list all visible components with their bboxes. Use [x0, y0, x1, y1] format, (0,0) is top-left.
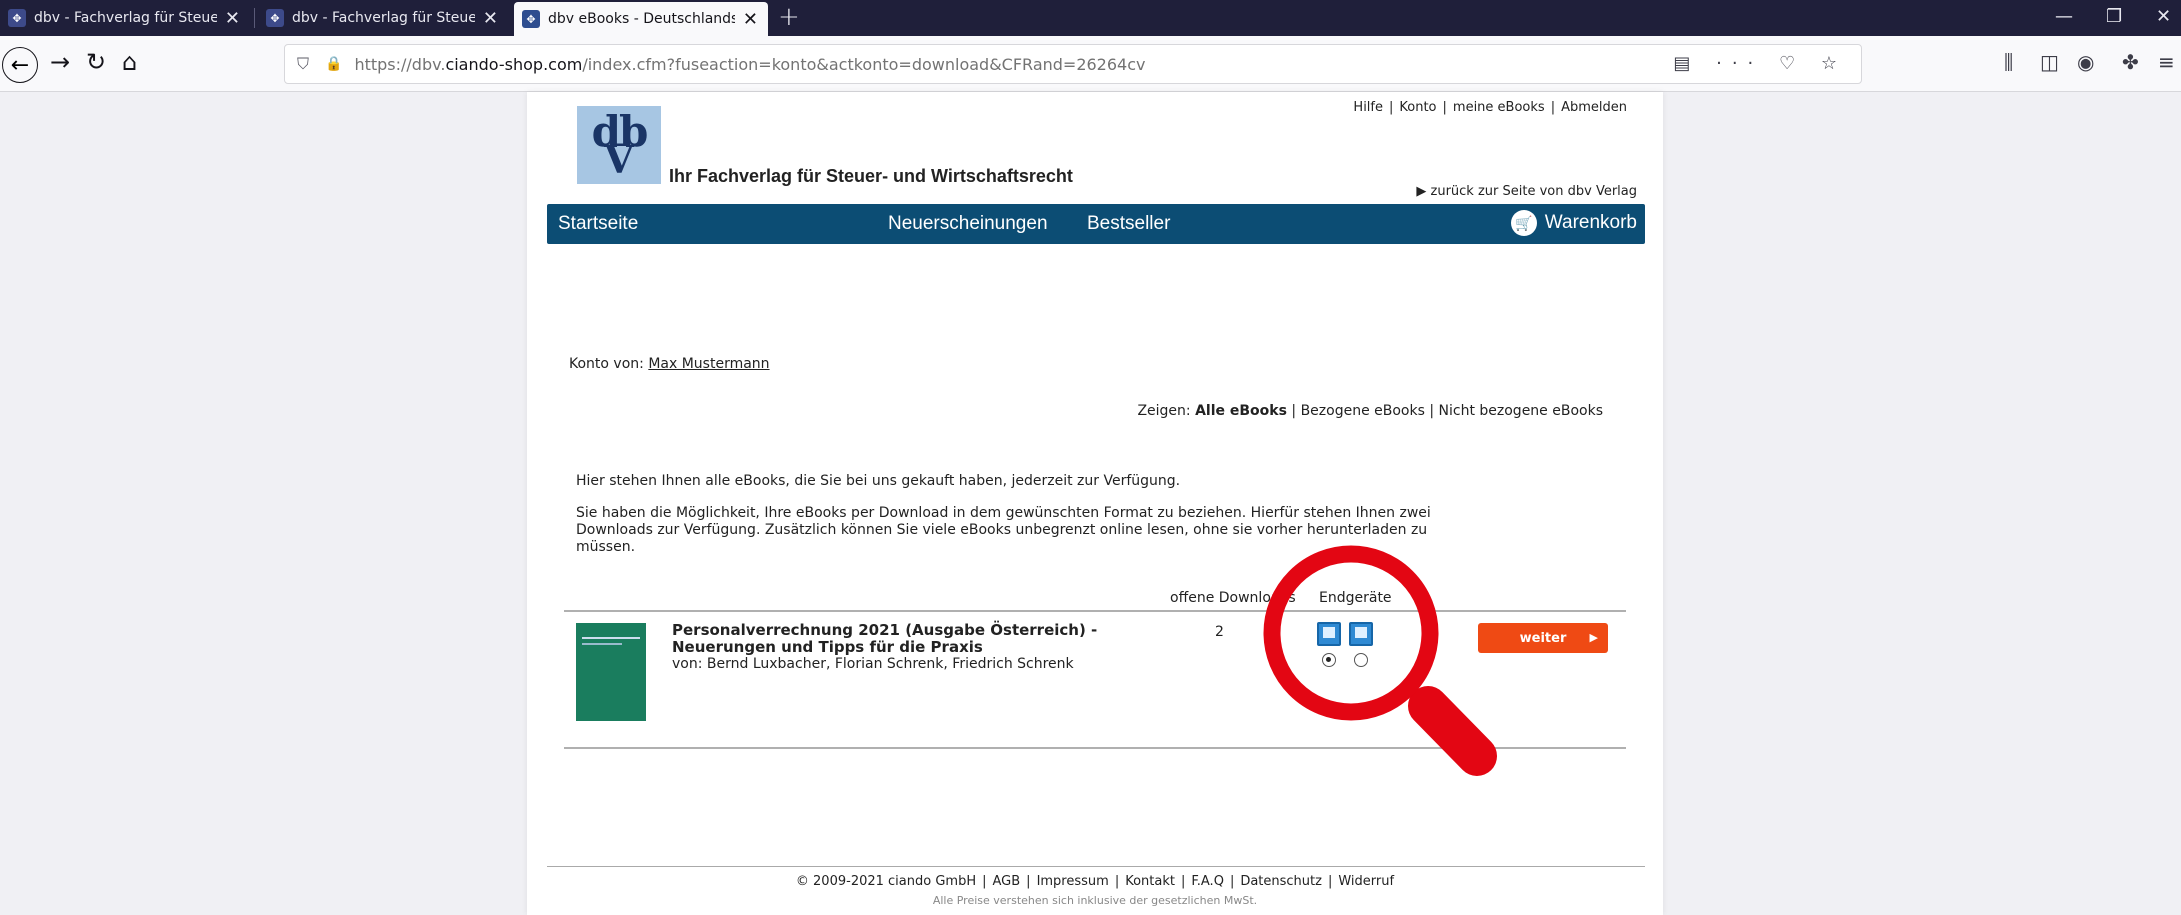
- device-radio-computer[interactable]: [1322, 653, 1336, 667]
- book-authors: von: Bernd Luxbacher, Florian Schrenk, F…: [672, 656, 1074, 672]
- dbv-favicon-icon: ✥: [266, 9, 284, 27]
- intro-text-1: Hier stehen Ihnen alle eBooks, die Sie b…: [576, 473, 1181, 489]
- weiter-button[interactable]: weiter ▶: [1478, 623, 1608, 653]
- minimize-icon[interactable]: —: [2055, 6, 2073, 27]
- address-bar[interactable]: ⛉ 🔒 https://dbv.ciando-shop.com/index.cf…: [284, 44, 1862, 84]
- account-icon[interactable]: ◉: [2077, 50, 2094, 74]
- page-content: Hilfe | Konto | meine eBooks | Abmelden db V I…: [527, 92, 1663, 915]
- footer-widerruf[interactable]: Widerruf: [1338, 874, 1394, 889]
- url-action-icons[interactable]: ▤ ··· ♡ ☆: [1673, 53, 1847, 74]
- browser-tab-2[interactable]: ✥ dbv - Fachverlag für Steuer- und ✕: [258, 0, 508, 36]
- open-downloads-count: 2: [1215, 624, 1224, 640]
- device-radio-tablet[interactable]: [1354, 653, 1368, 667]
- footer-faq[interactable]: F.A.Q: [1191, 874, 1224, 889]
- sidebar-icon[interactable]: ◫: [2040, 50, 2059, 74]
- tablet-icon[interactable]: [1349, 622, 1373, 646]
- cart-icon: 🛒: [1510, 210, 1537, 236]
- tab-title: dbv - Fachverlag für Steuer- und: [34, 10, 217, 26]
- tagline: Ihr Fachverlag für Steuer- und Wirtschaf…: [669, 166, 1073, 186]
- account-owner: Konto von: Max Mustermann: [569, 356, 770, 372]
- link-account[interactable]: Konto: [1399, 100, 1436, 115]
- forward-arrow-icon[interactable]: →: [50, 48, 70, 76]
- link-help[interactable]: Hilfe: [1353, 100, 1383, 115]
- link-my-ebooks[interactable]: meine eBooks: [1453, 100, 1545, 115]
- link-logout[interactable]: Abmelden: [1561, 100, 1627, 115]
- account-name-link[interactable]: Max Mustermann: [648, 356, 769, 372]
- footer-kontakt[interactable]: Kontakt: [1125, 874, 1175, 889]
- nav-warenkorb[interactable]: 🛒 Warenkorb: [1510, 210, 1637, 236]
- column-open-downloads: offene Downloads: [1170, 590, 1296, 606]
- top-links: Hilfe | Konto | meine eBooks | Abmelden: [1353, 100, 1627, 115]
- footer-links: © 2009-2021 ciando GmbH | AGB | Impressum | Ko…: [795, 874, 1395, 889]
- browser-nav-bar: ← → ↻ ⌂ ⛉ 🔒 https://dbv.ciando-shop.com/…: [0, 36, 2181, 92]
- tab-separator: [254, 8, 255, 28]
- back-to-publisher-link[interactable]: ▶ zurück zur Seite von dbv Verlag: [1416, 184, 1637, 199]
- book-title[interactable]: Personalverrechnung 2021 (Ausgabe Österr…: [672, 622, 1192, 656]
- browser-tab-strip: ✥ dbv - Fachverlag für Steuer- und ✕ ✥ d…: [0, 0, 2181, 36]
- back-arrow-icon[interactable]: ←: [2, 47, 38, 83]
- library-icon[interactable]: ⫼: [2004, 50, 2013, 74]
- tab-title: dbv eBooks - Deutschlands größ: [548, 11, 735, 27]
- tracking-shield-icon[interactable]: ⛉: [297, 54, 309, 74]
- dbv-favicon-icon: ✥: [8, 9, 26, 27]
- computer-icon[interactable]: [1317, 622, 1341, 646]
- close-icon[interactable]: ✕: [225, 8, 240, 29]
- close-icon[interactable]: ✕: [743, 9, 758, 30]
- browser-tab-active[interactable]: ✥ dbv eBooks - Deutschlands größ ✕: [514, 2, 768, 36]
- play-arrow-icon: ▶: [1589, 631, 1598, 644]
- close-icon[interactable]: ✕: [483, 8, 498, 29]
- extensions-icon[interactable]: ✤: [2122, 50, 2139, 74]
- nav-bestseller[interactable]: Bestseller: [1087, 213, 1170, 235]
- footer-datenschutz[interactable]: Datenschutz: [1240, 874, 1322, 889]
- filter-obtained-ebooks[interactable]: Bezogene eBooks: [1301, 403, 1425, 419]
- nav-startseite[interactable]: Startseite: [558, 213, 638, 235]
- footer-rule: [547, 866, 1645, 867]
- reload-icon[interactable]: ↻: [86, 48, 106, 76]
- filter-all-ebooks[interactable]: Alle eBooks: [1195, 403, 1287, 419]
- intro-text-2: Sie haben die Möglichkeit, Ihre eBooks p…: [576, 505, 1431, 555]
- footer-agb[interactable]: AGB: [993, 874, 1021, 889]
- url-text[interactable]: https://dbv.ciando-shop.com/index.cfm?fu…: [354, 55, 1145, 74]
- book-cover[interactable]: [576, 623, 646, 721]
- tab-title: dbv - Fachverlag für Steuer- und: [292, 10, 475, 26]
- table-top-rule: [564, 610, 1626, 612]
- window-close-icon[interactable]: ✕: [2156, 6, 2171, 27]
- vat-note: Alle Preise verstehen sich inklusive der…: [932, 894, 1258, 907]
- table-bottom-rule: [564, 747, 1626, 749]
- browser-tab-1[interactable]: ✥ dbv - Fachverlag für Steuer- und ✕: [0, 0, 250, 36]
- footer-copyright: © 2009-2021 ciando GmbH: [795, 874, 977, 889]
- dbv-logo[interactable]: db V: [577, 106, 661, 184]
- lock-icon[interactable]: 🔒: [325, 56, 342, 72]
- dbv-favicon-icon: ✥: [522, 10, 540, 28]
- filter-not-obtained-ebooks[interactable]: Nicht bezogene eBooks: [1439, 403, 1603, 419]
- footer-impressum[interactable]: Impressum: [1037, 874, 1109, 889]
- column-devices: Endgeräte: [1319, 590, 1392, 606]
- nav-neuerscheinungen[interactable]: Neuerscheinungen: [888, 213, 1048, 235]
- menu-icon[interactable]: ≡: [2158, 50, 2175, 74]
- restore-icon[interactable]: ❐: [2106, 6, 2122, 27]
- ebook-filter: Zeigen: Alle eBooks | Bezogene eBooks | …: [1137, 403, 1603, 419]
- home-icon[interactable]: ⌂: [122, 48, 137, 76]
- new-tab-icon[interactable]: +: [778, 2, 800, 32]
- main-navigation: Startseite Neuerscheinungen Bestseller 🛒…: [547, 204, 1645, 244]
